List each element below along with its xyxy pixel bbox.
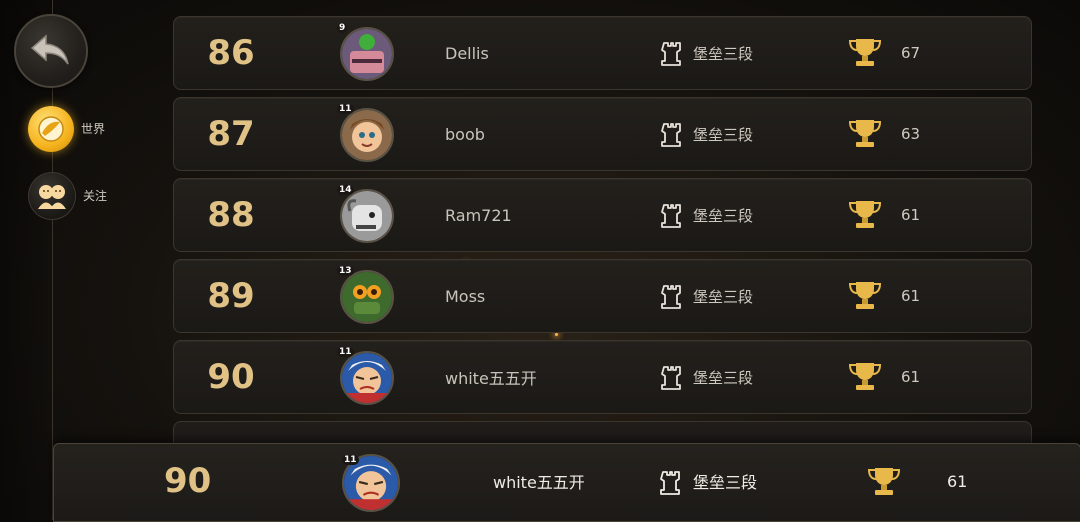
tab-world-label: 世界 bbox=[81, 121, 106, 136]
back-arrow-icon bbox=[30, 34, 69, 65]
trophy-icon bbox=[847, 118, 883, 152]
level-badge: 13 bbox=[337, 266, 354, 276]
rook-icon bbox=[661, 284, 683, 314]
tier-label: 堡垒三段 bbox=[693, 125, 754, 144]
my-rank-row[interactable]: 90 11 white五五开 堡垒三段 61 bbox=[53, 443, 1080, 522]
rook-icon bbox=[661, 41, 683, 71]
back-button[interactable] bbox=[14, 14, 88, 88]
trophy-icon bbox=[866, 466, 902, 500]
tier-label: 堡垒三段 bbox=[693, 368, 754, 387]
trophy-icon bbox=[847, 280, 883, 314]
rank-number: 87 bbox=[207, 114, 255, 154]
my-trophy-count: 61 bbox=[947, 471, 968, 491]
avatar[interactable] bbox=[340, 27, 394, 81]
player-name: Moss bbox=[445, 286, 486, 306]
level-badge: 11 bbox=[342, 455, 359, 465]
trophy-count: 61 bbox=[901, 368, 921, 386]
level-badge: 9 bbox=[337, 23, 348, 33]
player-name: boob bbox=[445, 124, 485, 144]
avatar[interactable] bbox=[340, 189, 394, 243]
level-badge: 11 bbox=[337, 104, 354, 114]
tier-label: 堡垒三段 bbox=[693, 287, 754, 306]
rook-icon bbox=[661, 122, 683, 152]
my-tier-label: 堡垒三段 bbox=[693, 473, 758, 492]
trophy-icon bbox=[847, 199, 883, 233]
tab-follow-label: 关注 bbox=[83, 188, 108, 203]
trophy-count: 67 bbox=[901, 44, 921, 62]
trophy-count: 63 bbox=[901, 125, 921, 143]
tier-label: 堡垒三段 bbox=[693, 44, 754, 63]
globe-icon bbox=[28, 106, 74, 152]
leaderboard-row[interactable]: 90 11 white五五开 堡垒三段 61 bbox=[173, 340, 1032, 414]
rook-icon bbox=[660, 470, 682, 500]
player-name: white五五开 bbox=[445, 369, 537, 388]
player-name: Ram721 bbox=[445, 205, 512, 225]
player-name: Dellis bbox=[445, 43, 489, 63]
leaderboard-row[interactable]: 87 11 boob 堡垒三段 63 bbox=[173, 97, 1032, 171]
rank-number: 89 bbox=[207, 276, 255, 316]
rank-number: 86 bbox=[207, 33, 255, 73]
my-rank-number: 90 bbox=[164, 461, 212, 501]
sparkle bbox=[555, 333, 558, 336]
rank-number: 90 bbox=[207, 357, 255, 397]
tier-label: 堡垒三段 bbox=[693, 206, 754, 225]
avatar[interactable] bbox=[340, 351, 394, 405]
friends-icon bbox=[28, 172, 76, 220]
avatar[interactable] bbox=[340, 108, 394, 162]
trophy-count: 61 bbox=[901, 287, 921, 305]
leaderboard-row[interactable]: 86 9 Dellis 堡垒三段 67 bbox=[173, 16, 1032, 90]
my-player-name: white五五开 bbox=[493, 473, 585, 492]
rook-icon bbox=[661, 365, 683, 395]
level-badge: 14 bbox=[337, 185, 354, 195]
level-badge: 11 bbox=[337, 347, 354, 357]
tab-world[interactable]: 世界 bbox=[28, 106, 105, 152]
trophy-icon bbox=[847, 37, 883, 71]
avatar[interactable] bbox=[340, 270, 394, 324]
rank-number: 88 bbox=[207, 195, 255, 235]
rook-icon bbox=[661, 203, 683, 233]
trophy-count: 61 bbox=[901, 206, 921, 224]
leaderboard-row[interactable]: 88 14 Ram721 堡垒三段 61 bbox=[173, 178, 1032, 252]
trophy-icon bbox=[847, 361, 883, 395]
leaderboard-row[interactable]: 89 13 Moss 堡垒三段 61 bbox=[173, 259, 1032, 333]
tab-follow[interactable]: 关注 bbox=[28, 172, 107, 220]
